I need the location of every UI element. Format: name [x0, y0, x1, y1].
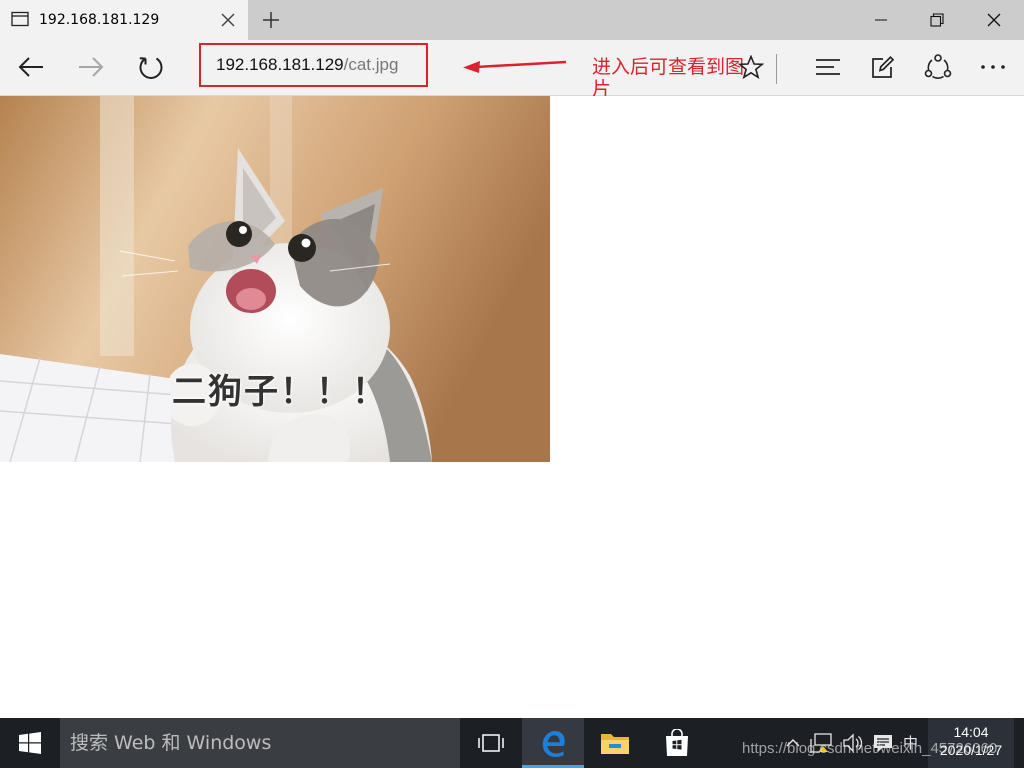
- hub-button[interactable]: [810, 49, 846, 85]
- cat-image: 二狗子！！！: [0, 96, 550, 462]
- image-caption: 二狗子！！！: [172, 372, 388, 412]
- address-bar[interactable]: 192.168.181.129/cat.jpg: [199, 43, 428, 87]
- more-dots-icon: [980, 64, 1006, 70]
- tab-page-icon: [11, 11, 29, 27]
- window-close-button[interactable]: [966, 0, 1022, 40]
- forward-button[interactable]: [73, 49, 109, 85]
- pen-note-icon: [871, 55, 895, 79]
- url-host: 192.168.181.129: [216, 55, 344, 74]
- file-explorer-button[interactable]: [584, 718, 646, 768]
- page-content: 二狗子！！！: [0, 96, 1024, 718]
- hub-lines-icon: [815, 58, 841, 76]
- task-view-icon: [478, 734, 504, 752]
- store-button[interactable]: [646, 718, 708, 768]
- restore-button[interactable]: [909, 0, 965, 40]
- star-icon: [738, 55, 764, 79]
- blog-watermark: https://blog.csdn.net/weixin_45726060: [742, 740, 998, 757]
- forward-arrow-icon: [78, 56, 104, 78]
- minimize-button[interactable]: [853, 0, 909, 40]
- navigation-bar: 192.168.181.129/cat.jpg 进入后可查看到图片: [0, 40, 1024, 100]
- edge-browser-icon: [539, 729, 567, 757]
- more-button[interactable]: [975, 49, 1011, 85]
- share-button[interactable]: [920, 49, 956, 85]
- url-path: /cat.jpg: [343, 55, 399, 74]
- title-bar: 192.168.181.129: [0, 0, 1024, 40]
- windows-logo-icon: [19, 732, 41, 754]
- refresh-button[interactable]: [133, 49, 169, 85]
- favorite-button[interactable]: [733, 49, 769, 85]
- annotation-text: 进入后可查看到图片: [592, 56, 745, 100]
- share-icon: [924, 54, 952, 80]
- task-view-button[interactable]: [460, 718, 522, 768]
- store-bag-icon: [663, 729, 691, 757]
- taskbar-search-box[interactable]: 搜索 Web 和 Windows: [60, 718, 460, 768]
- refresh-icon: [138, 54, 164, 80]
- edge-taskbar-button[interactable]: [522, 718, 584, 768]
- taskbar: 搜索 Web 和 Windows 中 14:04 2020/1/27 https…: [0, 718, 1024, 768]
- start-button[interactable]: [0, 718, 60, 768]
- close-tab-icon[interactable]: [219, 11, 237, 29]
- back-arrow-icon: [18, 56, 44, 78]
- web-note-button[interactable]: [865, 49, 901, 85]
- toolbar-divider: [776, 54, 777, 84]
- new-tab-plus-icon[interactable]: [262, 11, 280, 29]
- clock-time: 14:04: [953, 724, 989, 740]
- tab-title: 192.168.181.129: [39, 12, 160, 28]
- folder-icon: [600, 731, 630, 755]
- back-button[interactable]: [13, 49, 49, 85]
- annotation-arrow: [463, 60, 567, 73]
- browser-tab[interactable]: 192.168.181.129: [0, 0, 248, 40]
